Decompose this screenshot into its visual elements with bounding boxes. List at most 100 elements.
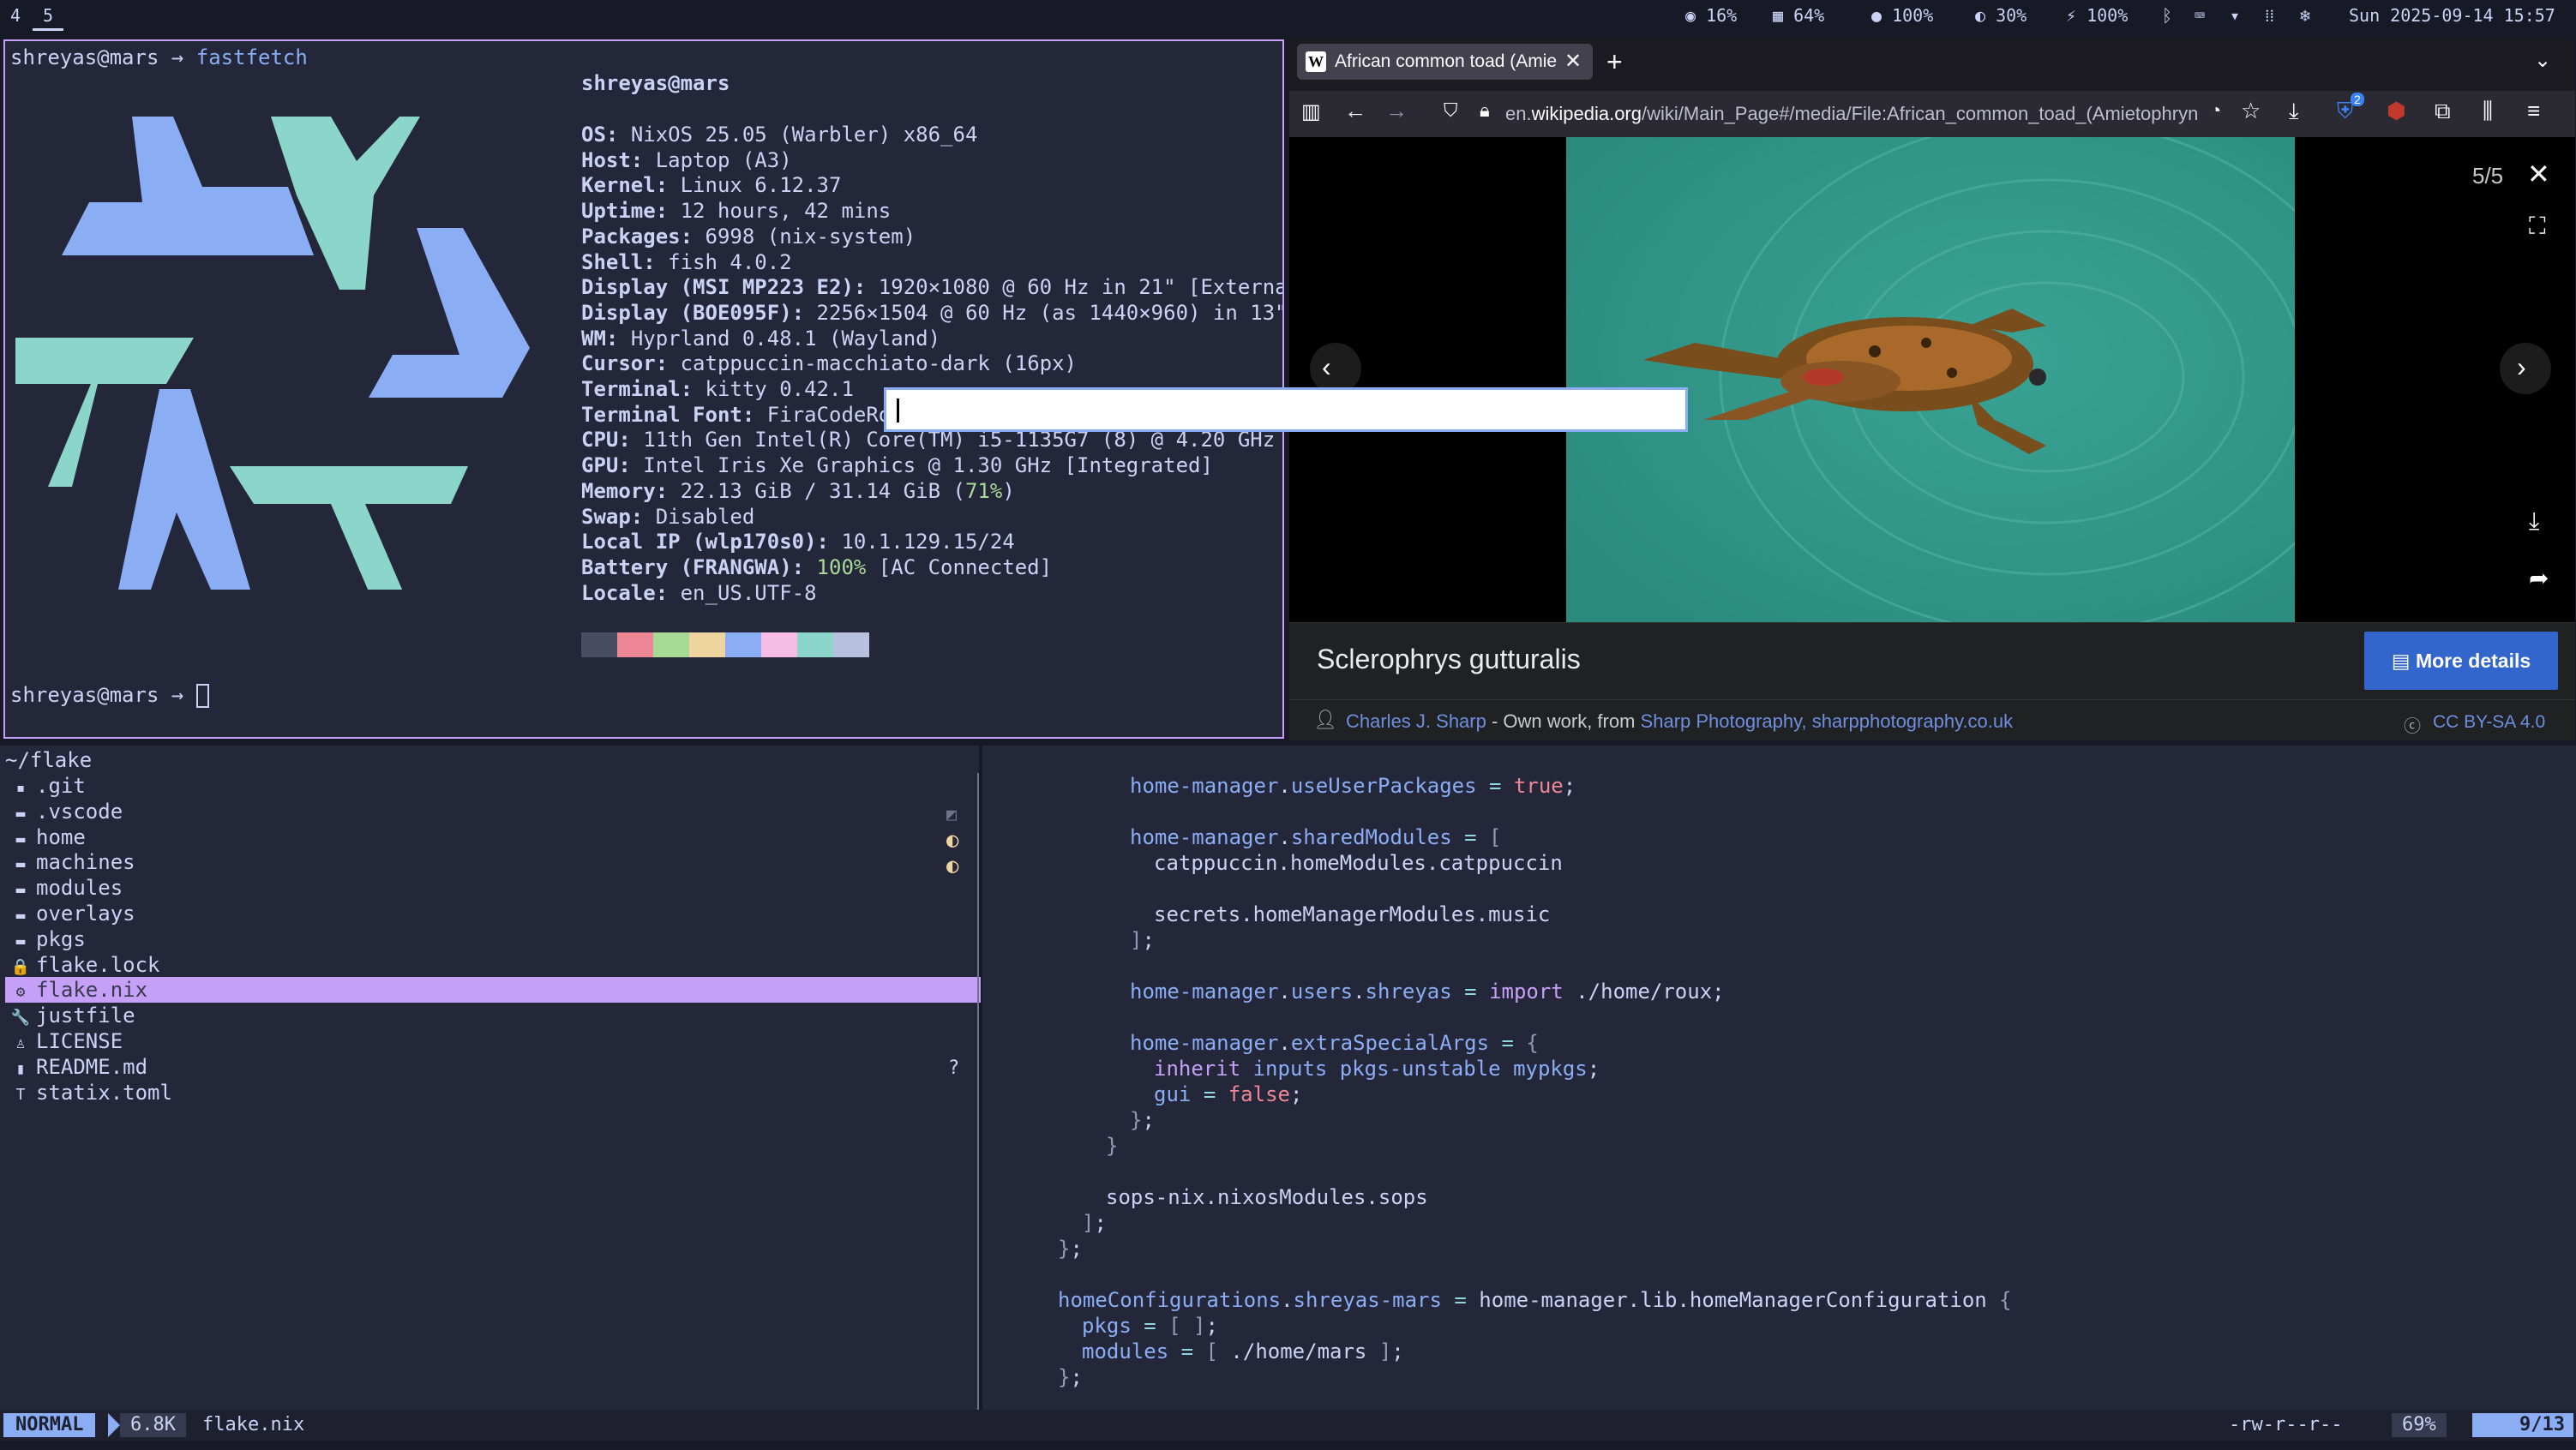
tree-item-label: home: [36, 824, 86, 849]
back-icon[interactable]: ←: [1344, 98, 1366, 124]
media-caption: Sclerophrys gutturalis ▤ More details: [1289, 622, 2575, 699]
library-icon[interactable]: ⫼: [2483, 98, 2493, 125]
close-tab-icon[interactable]: ✕: [1564, 44, 1582, 80]
tree-item[interactable]: ▪ .git: [5, 773, 981, 799]
shell-prompt-line[interactable]: shreyas@mars →: [10, 682, 209, 708]
tree-item[interactable]: 🔒 flake.lock: [5, 952, 981, 978]
bookmark-star-icon[interactable]: ☆: [2241, 98, 2261, 124]
close-viewer-icon[interactable]: ✕: [2527, 158, 2550, 190]
current-filename: flake.nix: [202, 1414, 305, 1435]
workspace-5[interactable]: 5: [33, 0, 63, 31]
list-tabs-icon[interactable]: ⌄: [2534, 48, 2551, 73]
fastfetch-row: Host: Laptop (A3): [581, 147, 792, 172]
text-caret: [897, 398, 899, 422]
tree-item[interactable]: Tstatix.toml: [5, 1080, 981, 1105]
tree-item[interactable]: ▮ README.md: [5, 1054, 981, 1080]
author-link[interactable]: Charles J. Sharp: [1346, 710, 1486, 732]
menu-icon[interactable]: ≡: [2527, 98, 2540, 124]
bluetooth-icon[interactable]: ᛒ: [2162, 0, 2172, 31]
panel-divider[interactable]: [977, 773, 979, 1411]
code-line: modules = [ ./home/mars ];: [1082, 1339, 1404, 1363]
fastfetch-row: Locale: en_US.UTF-8: [581, 580, 817, 605]
grid-icon[interactable]: ⁞⁞: [2265, 0, 2274, 31]
fastfetch-row: Shell: fish 4.0.2: [581, 249, 792, 274]
code-editor[interactable]: home-manager.useUserPackages = true; hom…: [982, 746, 2576, 1410]
url-bar[interactable]: en.wikipedia.org/wiki/Main_Page#/media/F…: [1505, 96, 2277, 132]
palette-swatch: [653, 632, 689, 657]
tree-item-label: .git: [36, 774, 86, 798]
cpu-icon: ◉: [1685, 5, 1696, 26]
file-permissions: -rw-r--r--: [2229, 1414, 2343, 1435]
info-key: Terminal: [581, 377, 681, 401]
forward-icon[interactable]: →: [1385, 98, 1408, 124]
ublock-icon[interactable]: ⬢: [2387, 98, 2406, 124]
info-highlight: 100%: [816, 554, 867, 579]
fastfetch-row: Display (MSI MP223 E2): 1920×1080 @ 60 H…: [581, 274, 1284, 300]
wikipedia-favicon-icon: W: [1306, 51, 1326, 72]
brightness-status[interactable]: ◐ 30%: [1975, 0, 2027, 31]
browser-tab[interactable]: W African common toad (Amie ✕: [1297, 44, 1593, 80]
fastfetch-row: Local IP (wlp170s0): 10.1.129.15/24: [581, 530, 1015, 554]
launcher-input[interactable]: [884, 387, 1688, 432]
info-value: catppuccin-macchiato-dark (16px): [680, 351, 1077, 376]
tree-item[interactable]: 🔧 justfile: [5, 1003, 981, 1028]
shield-icon[interactable]: ⛉: [1444, 99, 1458, 122]
more-details-button[interactable]: ▤ More details: [2364, 632, 2558, 690]
keyboard-icon[interactable]: ⌨: [2195, 0, 2205, 31]
tree-item[interactable]: ▬ modules: [5, 875, 981, 901]
folder-icon: ▬: [15, 932, 26, 950]
volume-icon: ●: [1871, 5, 1882, 26]
tree-item-label: machines: [36, 850, 135, 875]
tree-item-selected[interactable]: ⚙ flake.nix: [5, 977, 981, 1004]
info-value: 1920×1080 @ 60 Hz in 21" [Externa]: [878, 275, 1284, 300]
info-key: Shell: [581, 249, 644, 274]
wifi-icon[interactable]: ▾: [2230, 0, 2240, 31]
code-line: };: [1058, 1237, 1083, 1261]
extensions-icon[interactable]: ⧉: [2435, 98, 2451, 125]
workspace-4[interactable]: 4: [0, 0, 31, 31]
volume-status[interactable]: ● 100%: [1871, 0, 1933, 31]
fastfetch-row: Battery (FRANGWA): 100% [AC Connected]: [581, 554, 1053, 579]
tree-item[interactable]: ▬ overlays: [5, 901, 981, 926]
tree-item-label: pkgs: [36, 926, 86, 951]
palette-swatch: [833, 632, 869, 657]
status-line: NORMAL 6.8K flake.nix -rw-r--r-- 69% 9/1…: [0, 1410, 2576, 1441]
fastfetch-row: OS: NixOS 25.05 (Warbler) x86_64: [581, 123, 978, 147]
next-image-button[interactable]: ›: [2500, 343, 2551, 394]
info-value: Intel Iris Xe Graphics @ 1.30 GHz [Integ…: [643, 453, 1213, 478]
fastfetch-row: Uptime: 12 hours, 42 mins: [581, 199, 892, 224]
info-value: NixOS 25.05 (Warbler) x86_64: [630, 123, 978, 147]
info-key: CPU: [581, 428, 619, 452]
download-icon[interactable]: ⤓: [2289, 98, 2299, 125]
tree-item[interactable]: ▬ home: [5, 824, 981, 850]
nixos-icon[interactable]: ❄: [2300, 0, 2310, 31]
fastfetch-row: Kernel: Linux 6.12.37: [581, 173, 842, 198]
download-image-icon[interactable]: ⤓: [2529, 507, 2539, 536]
tree-item[interactable]: ▬ pkgs: [5, 926, 981, 952]
fastfetch-header: shreyas@mars: [581, 71, 730, 95]
document-icon: ▤: [2391, 650, 2416, 672]
fastfetch-row: Swap: Disabled: [581, 504, 755, 529]
lock-icon: 🔒︎: [1480, 99, 1490, 121]
tree-item[interactable]: ▬ .vscode: [5, 799, 981, 824]
folder-icon: ▬: [15, 881, 26, 900]
brightness-icon: ◐: [1975, 5, 1986, 26]
folder-icon: ▬: [15, 804, 26, 823]
new-tab-icon[interactable]: +: [1606, 46, 1623, 78]
info-value: 6998 (nix-system): [705, 224, 916, 249]
tree-item[interactable]: ♙ LICENSE: [5, 1028, 981, 1054]
info-key: Local IP (wlp170s0): [581, 530, 817, 554]
info-suffix: ): [1002, 478, 1015, 503]
sidebar-icon[interactable]: ▥: [1301, 99, 1321, 124]
share-icon[interactable]: ➦: [2529, 564, 2549, 592]
rss-icon[interactable]: ◔: [2210, 99, 2221, 122]
fullscreen-icon[interactable]: ⛶: [2529, 213, 2546, 241]
info-value: fish 4.0.2: [668, 249, 792, 274]
license-link[interactable]: CC BY-SA 4.0: [2433, 712, 2545, 733]
fastfetch-row: Packages: 6998 (nix-system): [581, 224, 916, 249]
source-link[interactable]: Sharp Photography, sharpphotography.co.u…: [1641, 710, 2014, 732]
code-line: gui = false;: [1154, 1082, 1303, 1106]
tree-item[interactable]: ▬ machines: [5, 849, 981, 875]
info-key: Locale: [581, 580, 656, 605]
previous-image-button[interactable]: ‹: [1310, 343, 1361, 394]
